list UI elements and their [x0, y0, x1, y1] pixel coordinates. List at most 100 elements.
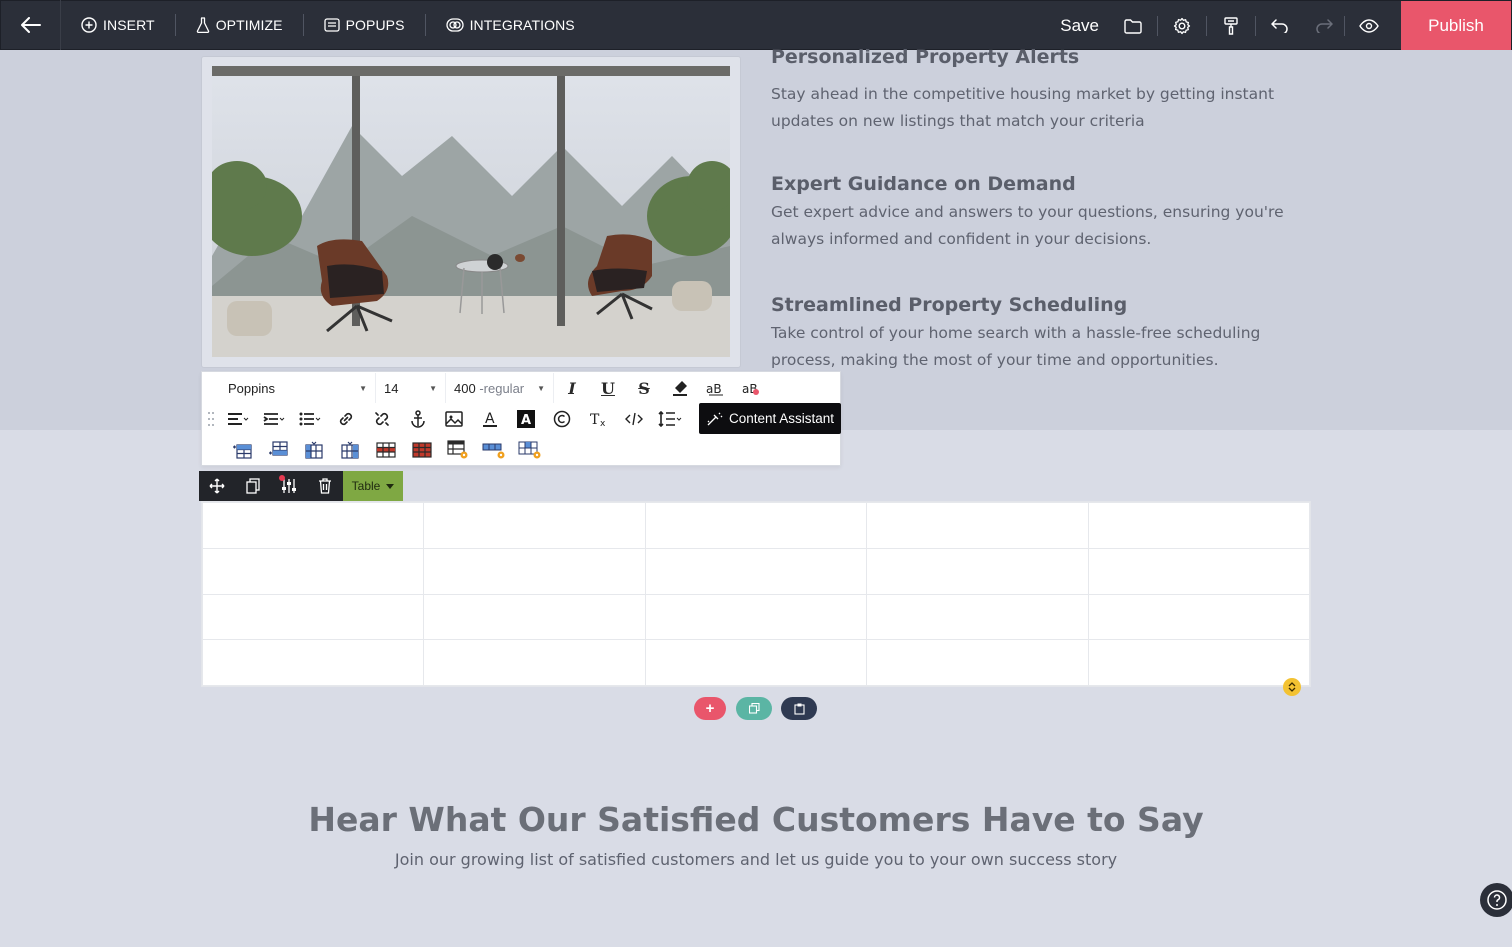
font-family-value: Poppins — [228, 380, 275, 396]
unlink-button[interactable] — [364, 404, 400, 434]
paste-section-button[interactable] — [781, 697, 817, 720]
table-cell[interactable] — [644, 593, 868, 641]
paint-roller-icon — [1224, 17, 1238, 35]
preview-button[interactable] — [1345, 1, 1393, 51]
italic-button[interactable]: I — [554, 373, 590, 403]
line-height-icon — [658, 411, 682, 427]
table-cell[interactable] — [866, 593, 1089, 641]
delete-row-button[interactable] — [368, 435, 404, 465]
popups-menu[interactable]: POPUPS — [304, 0, 425, 50]
optimize-menu[interactable]: OPTIMIZE — [176, 0, 303, 50]
table-cell[interactable] — [1087, 639, 1311, 686]
redo-button[interactable] — [1304, 1, 1344, 51]
paint-roller-button[interactable] — [1207, 1, 1255, 51]
table-cell[interactable] — [866, 502, 1089, 549]
font-family-select[interactable]: Poppins ▼ — [220, 373, 376, 403]
indent-button[interactable] — [256, 404, 292, 434]
table-cell[interactable] — [201, 593, 425, 641]
clear-case-button[interactable]: aB — [734, 373, 770, 403]
copy-section-button[interactable] — [736, 697, 772, 720]
svg-text:x: x — [600, 419, 606, 428]
anchor-icon — [411, 410, 425, 428]
table-cell[interactable] — [644, 502, 868, 549]
strikethrough-button[interactable]: S — [626, 373, 662, 403]
clear-formatting-button[interactable]: Tx — [580, 404, 616, 434]
undo-button[interactable] — [1256, 1, 1304, 51]
underline-button[interactable]: U — [590, 373, 626, 403]
table-cell[interactable] — [423, 547, 646, 595]
delete-element-button[interactable] — [307, 471, 343, 501]
table-cell-settings-button[interactable] — [512, 435, 548, 465]
insert-row-above-button[interactable] — [224, 435, 260, 465]
duplicate-element-button[interactable] — [235, 471, 271, 501]
font-weight-select[interactable]: 400 -regular ▼ — [446, 373, 554, 403]
align-button[interactable] — [220, 404, 256, 434]
table-cell[interactable] — [201, 502, 425, 549]
svg-text:A: A — [485, 411, 495, 427]
back-button[interactable] — [1, 0, 61, 50]
rte-row-2: A A Tx — [220, 403, 688, 435]
element-settings-button[interactable] — [271, 471, 307, 501]
insert-link-button[interactable] — [328, 404, 364, 434]
insert-row-below-icon — [269, 441, 288, 456]
table-cell[interactable] — [201, 639, 425, 686]
table-cell[interactable] — [644, 639, 868, 686]
table-cell[interactable] — [866, 547, 1089, 595]
table-cell[interactable] — [423, 593, 646, 641]
code-view-button[interactable] — [616, 404, 652, 434]
table-cell[interactable] — [644, 547, 868, 595]
table-cell[interactable] — [423, 502, 646, 549]
table-cell[interactable] — [866, 639, 1089, 686]
testimonials-subtitle: Join our growing list of satisfied custo… — [394, 850, 1118, 869]
add-section-button[interactable]: + — [694, 697, 726, 720]
move-element-button[interactable] — [199, 471, 235, 501]
insert-menu[interactable]: INSERT — [61, 0, 175, 50]
data-table[interactable] — [201, 502, 1311, 686]
interior-image[interactable] — [212, 66, 730, 357]
table-row — [201, 547, 1311, 595]
table-header-settings-button[interactable] — [440, 435, 476, 465]
insert-column-left-button[interactable] — [296, 435, 332, 465]
anchor-button[interactable] — [400, 404, 436, 434]
font-size-value: 14 — [384, 380, 399, 396]
content-assistant-button[interactable]: Content Assistant — [699, 403, 841, 434]
table-cell[interactable] — [423, 639, 646, 686]
resize-handle[interactable] — [1283, 678, 1301, 696]
table-cell[interactable] — [1087, 593, 1311, 641]
background-color-button[interactable]: A — [508, 404, 544, 434]
integrations-menu[interactable]: INTEGRATIONS — [426, 0, 595, 50]
special-character-button[interactable] — [544, 404, 580, 434]
list-button[interactable] — [292, 404, 328, 434]
settings-button[interactable] — [1158, 1, 1206, 51]
folder-button[interactable] — [1109, 1, 1157, 51]
insert-column-right-button[interactable] — [332, 435, 368, 465]
insert-image-button[interactable] — [436, 404, 472, 434]
table-cell[interactable] — [1087, 547, 1311, 595]
notification-dot — [279, 475, 285, 481]
text-color-button[interactable]: A — [472, 404, 508, 434]
table-cell[interactable] — [1087, 502, 1311, 549]
feature-text: Get expert advice and answers to your qu… — [771, 203, 1284, 248]
delete-table-icon — [412, 442, 432, 458]
help-button[interactable] — [1480, 883, 1512, 917]
drag-handle-icon[interactable] — [207, 410, 215, 428]
font-size-select[interactable]: 14 ▼ — [376, 373, 446, 403]
table-row — [201, 639, 1311, 686]
flask-icon — [196, 17, 209, 33]
insert-row-below-button[interactable] — [260, 435, 296, 465]
save-button[interactable]: Save — [1050, 16, 1109, 36]
strikethrough-icon: S — [638, 378, 650, 398]
publish-button[interactable]: Publish — [1401, 1, 1511, 51]
table-row-settings-button[interactable] — [476, 435, 512, 465]
bulleted-list-icon — [299, 412, 321, 426]
change-case-button[interactable]: aB — [698, 373, 734, 403]
element-type-dropdown[interactable]: Table — [343, 471, 403, 501]
line-height-button[interactable] — [652, 404, 688, 434]
eye-icon — [1359, 19, 1379, 33]
feature-item: Streamlined Property Scheduling Take con… — [771, 294, 1291, 374]
rte-row-1: Poppins ▼ 14 ▼ 400 -regular ▼ I U S aB a… — [220, 372, 770, 404]
table-element[interactable] — [201, 501, 1311, 687]
highlight-button[interactable] — [662, 373, 698, 403]
delete-table-button[interactable] — [404, 435, 440, 465]
table-cell[interactable] — [201, 547, 425, 595]
